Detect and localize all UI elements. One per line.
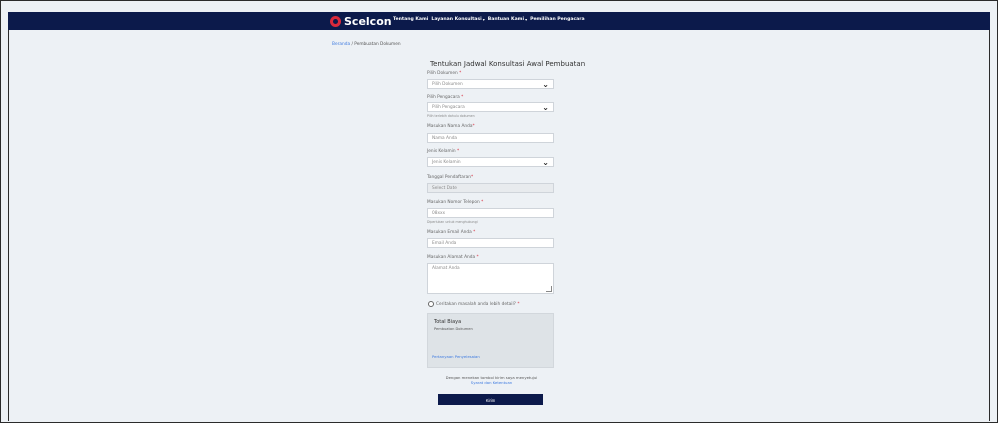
resize-handle-icon[interactable] [546, 286, 552, 292]
nav-item-pemilihan-pengacara[interactable]: Pemilihan Pengacara [530, 17, 585, 22]
detail-check-label: Ceritakan masalah anda lebih detail? * [436, 302, 519, 307]
chevron-down-icon: ▾ [525, 17, 528, 22]
document-label: Pilih Dokumen * [427, 71, 461, 76]
label-text: Ceritakan masalah anda lebih detail? [436, 301, 518, 307]
nav-item-bantuan-kami[interactable]: Bantuan Kami ▾ [488, 17, 527, 22]
lawyer-label: Pilih Pengacara * [427, 95, 463, 100]
gender-select[interactable]: Jenis Kelamin ⌄ [427, 157, 554, 167]
required-marker: * [456, 149, 460, 154]
chevron-down-icon: ▾ [482, 17, 485, 22]
required-marker: * [470, 175, 474, 180]
gender-label: Jenis Kelamin * [427, 149, 459, 154]
label-text: Pilih Pengacara [427, 95, 462, 100]
navbar: Scelcon Tentang Kami Layanan Konsultasi … [8, 12, 990, 30]
required-marker: * [473, 230, 476, 235]
required-marker: * [517, 301, 520, 307]
required-marker: * [481, 200, 484, 205]
email-input[interactable]: Email Anda [427, 238, 554, 248]
document-select[interactable]: Pilih Dokumen ⌄ [427, 79, 554, 89]
brand[interactable]: Scelcon [330, 14, 392, 28]
logo-icon [330, 15, 341, 27]
label-text: Jenis Kelamin [427, 149, 457, 154]
email-label: Masukan Email Anda * [427, 230, 475, 235]
breadcrumb-separator: / [351, 42, 353, 47]
nav-item-label: Bantuan Kami [487, 17, 525, 22]
textarea-placeholder: Alamat Anda [432, 266, 460, 271]
required-marker: * [476, 255, 479, 260]
name-label: Masukan Nama Anda* [427, 124, 475, 129]
select-value: Pilih Dokumen [432, 82, 463, 87]
terms-link[interactable]: Syarat dan Ketentuan [429, 380, 554, 385]
detail-checkbox[interactable] [428, 301, 434, 307]
label-text: Masukan Nama Anda [427, 124, 473, 129]
nav-item-label: Layanan Konsultasi [431, 17, 482, 22]
submit-button[interactable]: Kirim [438, 394, 543, 405]
date-label: Tanggal Pendaftaran* [427, 175, 473, 180]
cost-item: Pembuatan Dokumen [434, 327, 473, 331]
detail-check-row[interactable]: Ceritakan masalah anda lebih detail? * [428, 301, 519, 307]
nav-item-label: Pemilihan Pengacara [530, 17, 585, 22]
breadcrumb-home[interactable]: Beranda [332, 42, 350, 47]
nav-links: Tentang Kami Layanan Konsultasi ▾ Bantua… [393, 17, 585, 22]
phone-label: Masukan Nomor Telepon * [427, 200, 483, 205]
nav-item-layanan-konsultasi[interactable]: Layanan Konsultasi ▾ [431, 17, 484, 22]
address-textarea[interactable]: Alamat Anda [427, 263, 554, 294]
chevron-down-icon: ⌄ [542, 158, 549, 167]
browser-frame: Scelcon Tentang Kami Layanan Konsultasi … [0, 0, 998, 423]
name-input[interactable]: Nama Anda [427, 133, 554, 143]
select-value: Jenis Kelamin [432, 160, 461, 165]
terms-text: Dengan menekan tombol kirim saya menyetu… [429, 375, 554, 385]
address-label: Masukan Alamat Anda * [427, 255, 479, 260]
cost-title: Total Biaya [434, 319, 462, 325]
label-text: Masukan Nomor Telepon [427, 200, 482, 205]
brand-name: Scelcon [344, 14, 392, 28]
required-marker: * [459, 71, 462, 76]
label-text: Pilih Dokumen [427, 71, 460, 76]
lawyer-select[interactable]: Pilih Pengacara ⌄ [427, 102, 554, 112]
required-marker: * [472, 124, 475, 129]
nav-item-label: Tentang Kami [393, 17, 429, 22]
label-text: Masukan Email Anda [427, 230, 474, 235]
chevron-down-icon: ⌄ [542, 103, 549, 112]
cost-link[interactable]: Pertanyaan Penyelesaian [432, 354, 480, 359]
required-marker: * [461, 95, 464, 100]
date-input[interactable]: Select Date [427, 183, 554, 193]
chevron-down-icon: ⌄ [542, 80, 549, 89]
label-text: Masukan Alamat Anda [427, 255, 477, 260]
lawyer-help: Pilih terlebih dahulu dokumen [427, 114, 475, 118]
phone-help: Diperlukan untuk menghubungi [427, 220, 478, 224]
phone-input[interactable]: 08xxx [427, 208, 554, 218]
breadcrumb-current: Pembuatan Dokumen [354, 42, 401, 47]
page-title: Tentukan Jadwal Konsultasi Awal Pembuata… [430, 60, 586, 68]
label-text: Tanggal Pendaftaran [427, 175, 471, 180]
breadcrumb: Beranda / Pembuatan Dokumen [332, 42, 401, 47]
select-value: Pilih Pengacara [432, 105, 465, 110]
nav-item-tentang-kami[interactable]: Tentang Kami [393, 17, 428, 22]
cost-summary: Total Biaya Pembuatan Dokumen Pertanyaan… [427, 313, 554, 368]
